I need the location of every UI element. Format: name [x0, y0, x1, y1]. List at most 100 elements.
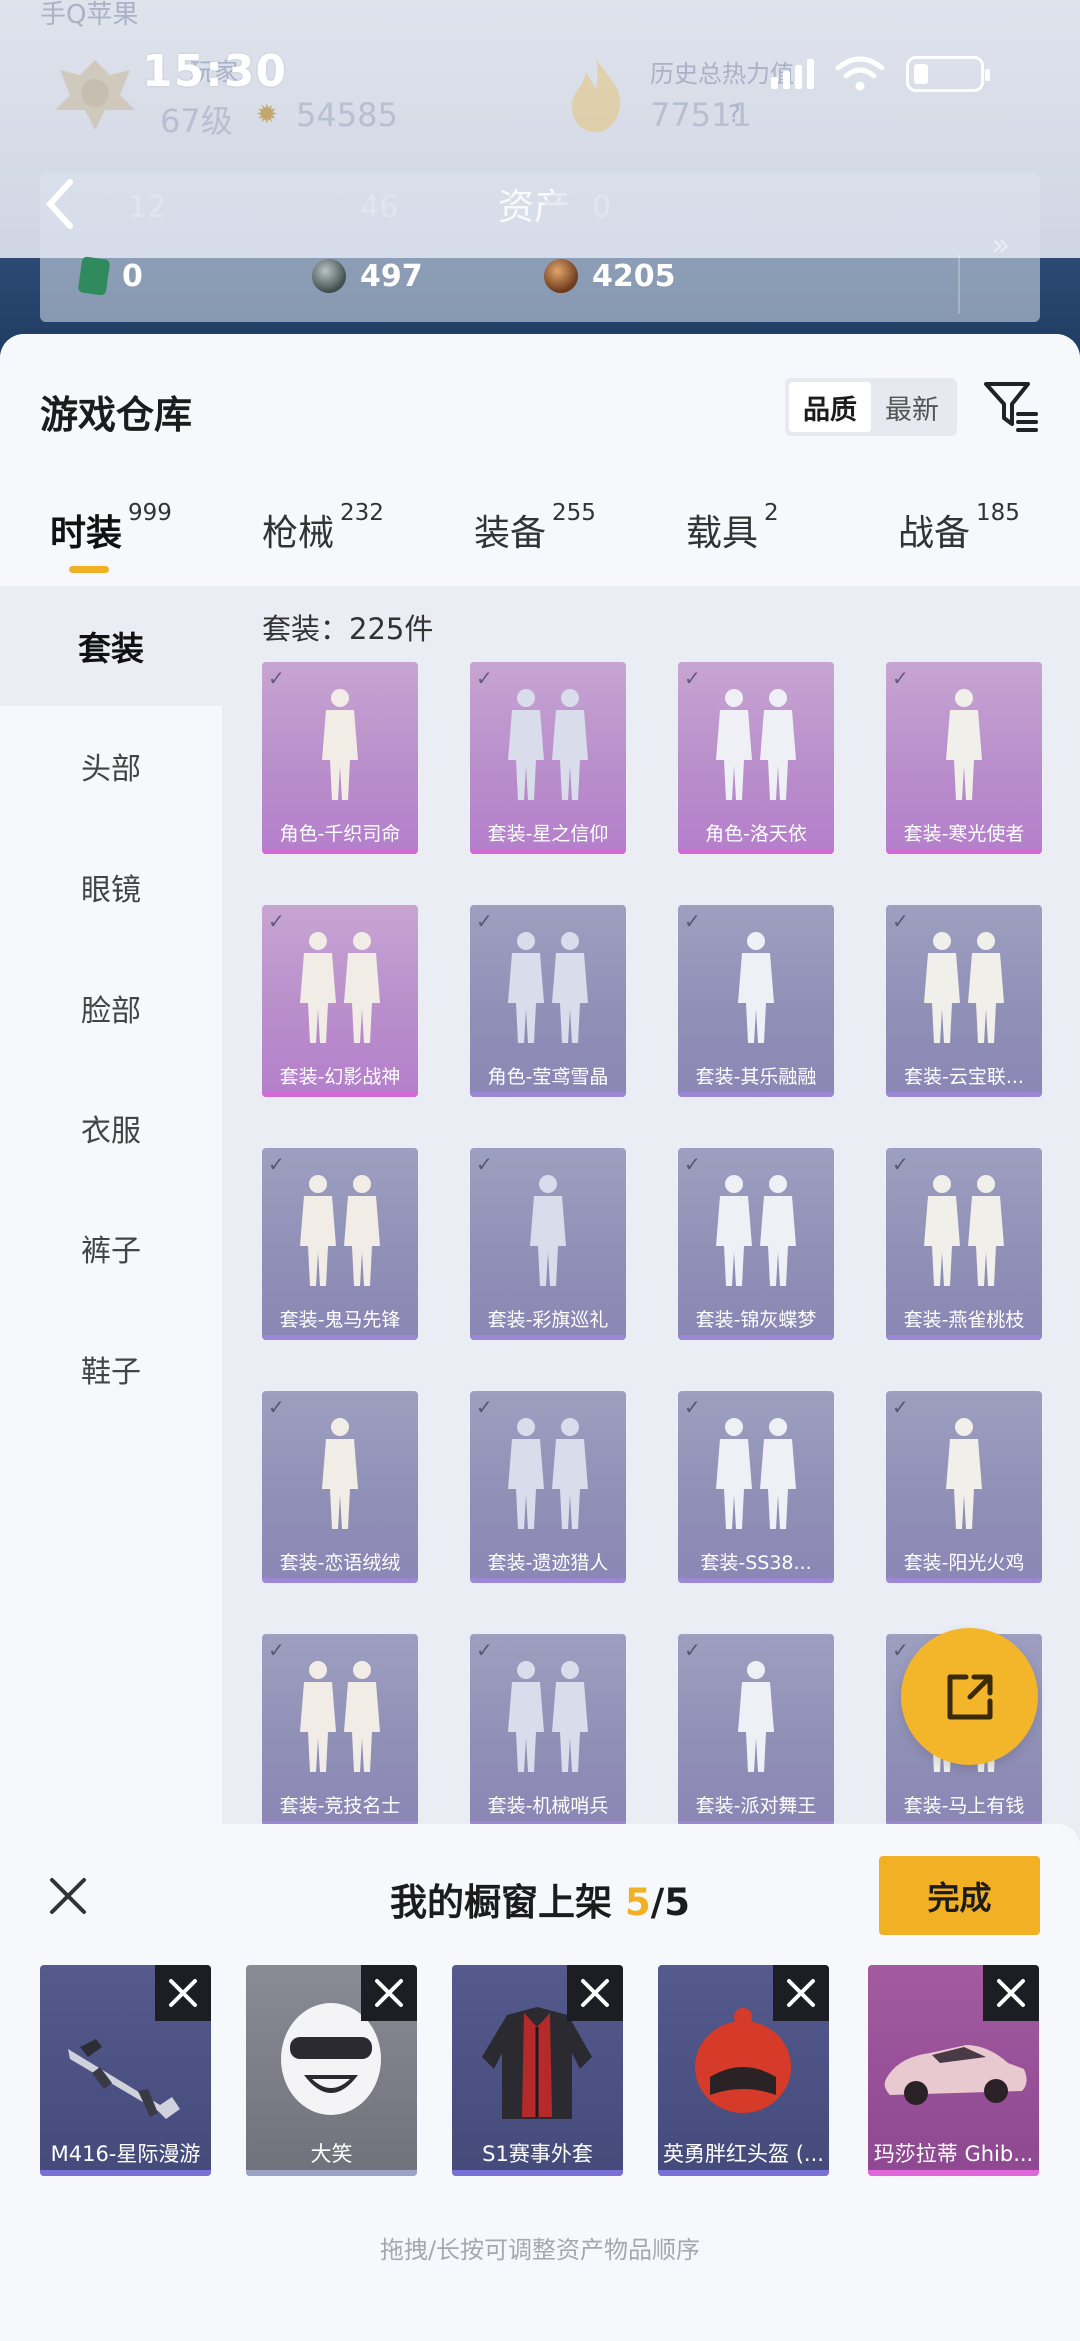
item-name: 套装-彩旗巡礼 — [487, 1309, 609, 1331]
item-name: 套装-派对舞王 — [695, 1795, 817, 1817]
item-card[interactable]: ✓ 角色-洛天依 — [678, 662, 834, 854]
sidebar-item-glasses[interactable]: 眼镜 — [0, 827, 222, 947]
outfit-figure-icon — [530, 1175, 566, 1286]
showcase-slot[interactable]: 玛莎拉蒂 Ghib... — [868, 1965, 1039, 2176]
tab-combat-gear[interactable]: 战备 185 — [898, 500, 1020, 556]
item-card[interactable]: ✓ 套装-燕雀桃枝 — [886, 1148, 1042, 1340]
warehouse-header: 游戏仓库 品质 最新 时装 999 枪械 232 装备 255 载具 2 战备 … — [0, 334, 1080, 586]
showcase-item-name: S1赛事外套 — [482, 2142, 593, 2166]
status-time: 15:30 — [142, 46, 288, 97]
done-button[interactable]: 完成 — [879, 1856, 1040, 1935]
player-coins: 54585 — [296, 96, 398, 134]
card-icon — [80, 190, 114, 225]
item-card[interactable]: ✓ 套装-派对舞王 — [678, 1634, 834, 1826]
item-card[interactable]: ✓ 套装-SS38... — [678, 1391, 834, 1583]
sidebar-item-shoes[interactable]: 鞋子 — [0, 1309, 222, 1429]
item-name: 套装-遗迹猎人 — [487, 1552, 609, 1574]
close-icon — [169, 1979, 197, 2007]
remove-item-button[interactable] — [567, 1965, 623, 2021]
remove-item-button[interactable] — [155, 1965, 211, 2021]
showcase-item-name: M416-星际漫游 — [50, 2142, 201, 2166]
close-icon — [581, 1979, 609, 2007]
item-name: 套装-马上有钱 — [903, 1795, 1025, 1817]
player-level: 67级 — [160, 102, 233, 140]
item-name: 套装-恋语绒绒 — [279, 1552, 401, 1574]
help-icon[interactable]: ? — [728, 100, 741, 128]
showcase-slot[interactable]: M416-星际漫游 — [40, 1965, 211, 2176]
item-name: 角色-洛天依 — [705, 823, 807, 845]
outfit-figure-icon — [300, 1661, 380, 1772]
sidebar-item-suits[interactable]: 套装 — [0, 586, 222, 706]
wifi-icon — [835, 56, 885, 91]
silver-orb-icon — [312, 259, 346, 293]
tab-fashion[interactable]: 时装 999 — [50, 500, 172, 556]
sidebar-item-clothes[interactable]: 衣服 — [0, 1068, 222, 1188]
remove-item-button[interactable] — [361, 1965, 417, 2021]
asset-item: 0 — [544, 190, 776, 225]
item-card[interactable]: ✓ 套装-彩旗巡礼 — [470, 1148, 626, 1340]
item-card[interactable]: ✓ 套装-其乐融融 — [678, 905, 834, 1097]
share-button[interactable] — [901, 1628, 1038, 1765]
sidebar-item-face[interactable]: 脸部 — [0, 948, 222, 1068]
flame-icon — [572, 58, 621, 132]
chevron-right-icon[interactable]: » — [992, 228, 1010, 263]
sidebar-item-pants[interactable]: 裤子 — [0, 1188, 222, 1308]
item-card[interactable]: ✓ 角色-莹鸢雪晶 — [470, 905, 626, 1097]
item-card[interactable]: ✓ 套装-云宝联... — [886, 905, 1042, 1097]
item-name: 角色-莹鸢雪晶 — [487, 1066, 609, 1088]
asset-item: 12 — [80, 190, 312, 225]
tab-vehicles[interactable]: 载具 2 — [686, 500, 779, 556]
showcase-slot[interactable]: 英勇胖红头盔 (... — [658, 1965, 829, 2176]
asset-item: 46 — [312, 190, 544, 225]
suit-count: 套装：225件 — [262, 612, 434, 646]
item-card[interactable]: ✓ 套装-恋语绒绒 — [262, 1391, 418, 1583]
outfit-figure-icon — [924, 1175, 1004, 1286]
outfit-figure-icon — [300, 1175, 380, 1286]
sort-newest-button[interactable]: 最新 — [871, 382, 953, 432]
outfit-figure-icon — [508, 689, 588, 800]
item-name: 套装-竞技名士 — [279, 1795, 401, 1817]
sort-toggle[interactable]: 品质 最新 — [785, 378, 957, 436]
outfit-figure-icon — [946, 1418, 982, 1529]
tab-guns[interactable]: 枪械 232 — [262, 500, 384, 556]
item-name: 套装-燕雀桃枝 — [903, 1309, 1025, 1331]
status-icons — [771, 56, 990, 92]
item-name: 套装-锦灰蝶梦 — [695, 1309, 817, 1331]
showcase-item-name: 大笑 — [310, 2142, 353, 2166]
filter-icon[interactable] — [982, 378, 1038, 434]
outfit-figure-icon — [508, 1661, 588, 1772]
active-tab-indicator — [69, 566, 109, 573]
item-name: 套装-星之信仰 — [487, 823, 609, 845]
outfit-figure-icon — [738, 932, 774, 1043]
outfit-figure-icon — [716, 1418, 796, 1529]
item-card[interactable]: ✓ 角色-千织司命 — [262, 662, 418, 854]
asset-item: 497 — [312, 258, 544, 294]
item-name: 套装-SS38... — [700, 1552, 812, 1574]
profile-header: 手Q苹果 玩家 15:30 67级 ✹ 54585 历史总热力值 77511 ?… — [0, 0, 1080, 360]
remove-item-button[interactable] — [773, 1965, 829, 2021]
item-card[interactable]: ✓ 套装-星之信仰 — [470, 662, 626, 854]
item-card[interactable]: ✓ 套装-鬼马先锋 — [262, 1148, 418, 1340]
token-icon — [544, 190, 578, 225]
back-icon[interactable] — [40, 176, 80, 232]
outfit-figure-icon — [716, 689, 796, 800]
tab-equipment[interactable]: 装备 255 — [474, 500, 596, 556]
sort-quality-button[interactable]: 品质 — [789, 382, 871, 432]
coin-icon — [312, 190, 346, 225]
outfit-figure-icon — [946, 689, 982, 800]
item-card[interactable]: ✓ 套装-竞技名士 — [262, 1634, 418, 1826]
item-card[interactable]: ✓ 套装-寒光使者 — [886, 662, 1042, 854]
item-name: 套装-寒光使者 — [903, 823, 1025, 845]
category-tabs: 时装 999 枪械 232 装备 255 载具 2 战备 185 — [0, 500, 1080, 584]
item-card[interactable]: ✓ 套装-遗迹猎人 — [470, 1391, 626, 1583]
asset-item: 0 — [77, 256, 312, 296]
item-card[interactable]: ✓ 套装-阳光火鸡 — [886, 1391, 1042, 1583]
remove-item-button[interactable] — [983, 1965, 1039, 2021]
showcase-slot[interactable]: S1赛事外套 — [452, 1965, 623, 2176]
item-card[interactable]: ✓ 套装-幻影战神 — [262, 905, 418, 1097]
asset-item: 4205 — [544, 258, 776, 294]
item-card[interactable]: ✓ 套装-锦灰蝶梦 — [678, 1148, 834, 1340]
showcase-slot[interactable]: 大笑 — [246, 1965, 417, 2176]
item-card[interactable]: ✓ 套装-机械哨兵 — [470, 1634, 626, 1826]
sidebar-item-head[interactable]: 头部 — [0, 706, 222, 826]
